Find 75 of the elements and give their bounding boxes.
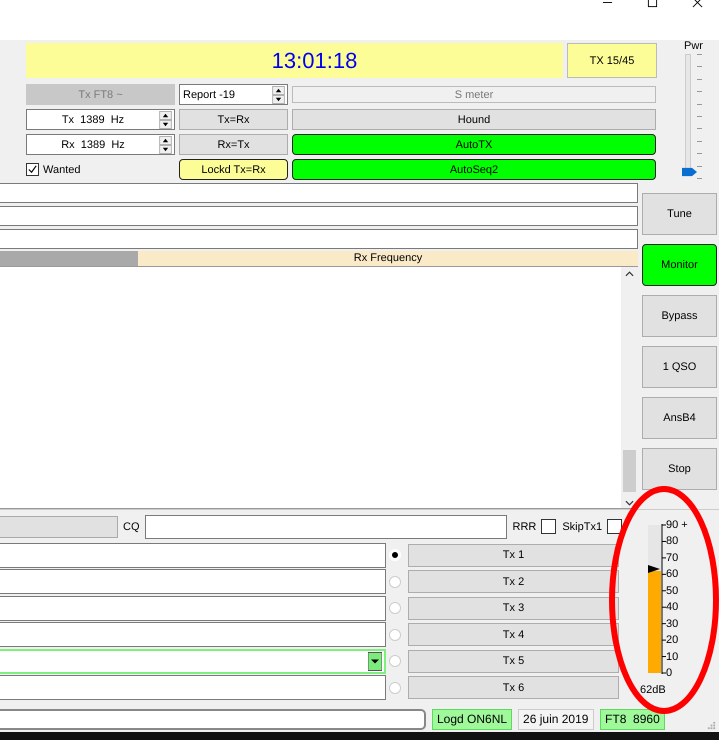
frequency-spinbox[interactable]: Rx 1389 Hz <box>26 134 175 155</box>
slider-thumb-icon[interactable] <box>682 167 696 177</box>
radio-button[interactable] <box>389 602 401 614</box>
tx-button[interactable]: Tx 3 <box>408 596 619 620</box>
control-button[interactable]: Monitor <box>642 244 717 286</box>
toggle-button[interactable]: Rx=Tx <box>179 134 288 155</box>
scrollbar-thumb[interactable] <box>623 450 636 492</box>
spinner-arrows-icon[interactable] <box>159 110 172 128</box>
signal-reading: 62dB <box>640 684 667 696</box>
dropdown-arrow-icon[interactable] <box>368 652 382 671</box>
tx-button[interactable]: Tx 6 <box>408 676 619 700</box>
s-meter-label: S meter <box>292 86 656 103</box>
control-button[interactable]: 1 QSO <box>642 346 717 388</box>
message-field[interactable] <box>0 542 386 568</box>
control-button[interactable]: Bypass <box>642 295 717 337</box>
level-pointer-icon <box>648 564 660 574</box>
report-spinbox[interactable]: Report -19 <box>179 84 288 105</box>
tx-button[interactable]: Tx 2 <box>408 570 619 594</box>
toggle-button[interactable]: Lockd Tx=Rx <box>179 159 288 180</box>
tx-button[interactable]: Tx 1 <box>408 544 619 567</box>
close-icon[interactable] <box>692 0 703 8</box>
scale-label: 20 <box>666 634 678 646</box>
cq-field[interactable] <box>144 514 506 538</box>
scrollbar[interactable] <box>621 267 638 508</box>
resize-grip-icon[interactable] <box>707 721 716 730</box>
text-field[interactable] <box>0 229 638 249</box>
text-field[interactable] <box>0 206 638 226</box>
maximize-icon[interactable] <box>647 0 658 8</box>
status-item: FT8 8960 <box>600 708 665 730</box>
scale-label: 50 <box>666 584 678 597</box>
scale-label: 0 <box>666 666 672 679</box>
message-field[interactable] <box>0 569 386 594</box>
control-button[interactable]: Stop <box>642 448 717 490</box>
text-field[interactable] <box>0 183 638 203</box>
checkbox-label: SkipTx1 <box>562 520 602 532</box>
wanted-label: Wanted <box>43 164 81 176</box>
scale-label: 70 <box>666 552 678 564</box>
status-item: 26 juin 2019 <box>518 708 594 730</box>
spinner-arrows-icon[interactable] <box>272 86 285 104</box>
toggle-button[interactable]: Hound <box>292 109 656 130</box>
clock-display: 13:01:18 <box>26 43 563 78</box>
toggle-button[interactable]: AutoSeq2 <box>292 159 656 180</box>
scroll-down-icon[interactable] <box>625 500 634 506</box>
call-field[interactable] <box>0 516 118 538</box>
tx-button[interactable]: Tx 4 <box>408 623 619 646</box>
scale-label: 60 <box>666 568 678 580</box>
message-field[interactable] <box>0 622 386 648</box>
scale-label: 80 <box>666 535 678 548</box>
toggle-button[interactable]: Tx=Rx <box>179 109 288 130</box>
radio-button[interactable] <box>389 576 401 588</box>
cq-label: CQ <box>123 520 140 532</box>
scroll-up-icon[interactable] <box>625 271 634 277</box>
message-field[interactable] <box>0 596 386 621</box>
message-field[interactable] <box>0 675 386 700</box>
frequency-spinbox[interactable]: Tx 1389 Hz <box>26 109 175 130</box>
tx-button[interactable]: Tx 5 <box>408 650 619 673</box>
radio-button[interactable] <box>389 628 401 641</box>
checkbox[interactable] <box>541 519 556 534</box>
scale-label: 90 + <box>666 519 688 531</box>
checkbox-label: RRR <box>512 520 536 532</box>
control-button[interactable]: Tune <box>642 193 717 235</box>
scale-label: 30 <box>666 618 678 630</box>
spinner-arrows-icon[interactable] <box>159 136 172 154</box>
scale-label: 40 <box>666 601 678 614</box>
checkbox[interactable] <box>607 519 622 534</box>
rx-frequency-header: Rx Frequency <box>138 251 638 266</box>
radio-button[interactable] <box>389 682 401 694</box>
control-button[interactable]: AnsB4 <box>642 397 717 439</box>
wanted-checkbox[interactable] <box>26 163 39 176</box>
status-item: Logd ON6NL <box>432 708 512 730</box>
radio-button[interactable] <box>389 655 401 668</box>
scale-label: 10 <box>666 650 678 662</box>
toggle-button[interactable]: AutoTX <box>292 134 656 155</box>
tx-period-button[interactable]: TX 15/45 <box>567 43 657 78</box>
power-label: Pwr <box>684 40 703 52</box>
